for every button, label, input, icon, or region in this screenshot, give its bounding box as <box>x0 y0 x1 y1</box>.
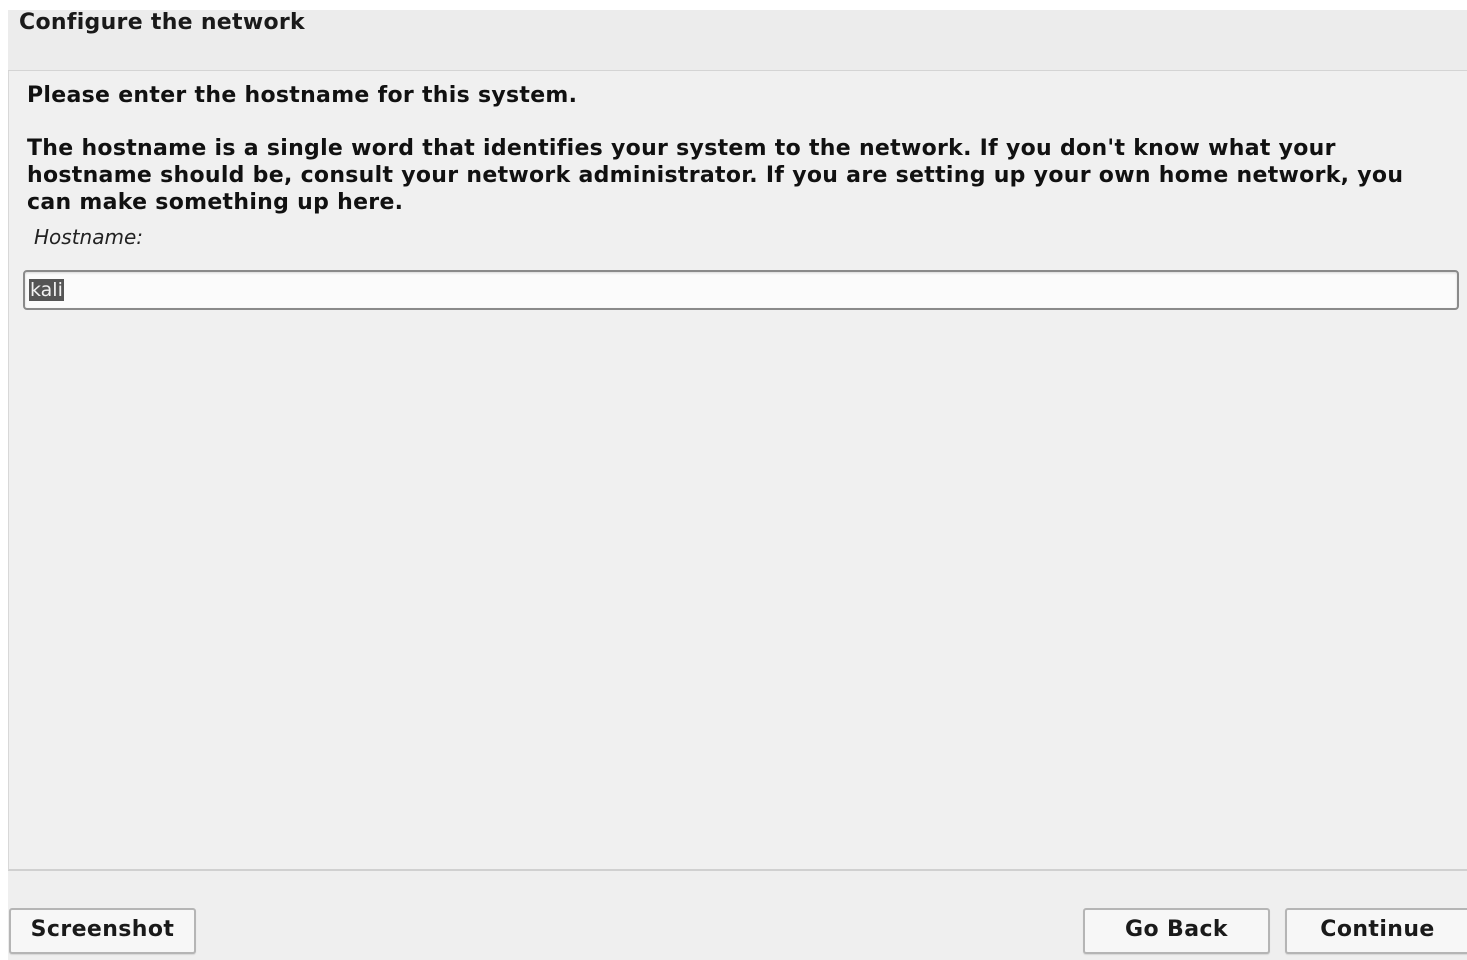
title-bar: Configure the network <box>8 10 1467 71</box>
question-text: Please enter the hostname for this syste… <box>27 83 578 108</box>
hostname-input[interactable]: kali <box>23 270 1459 310</box>
button-bar: Screenshot Go Back Continue <box>8 873 1467 960</box>
window-title: Configure the network <box>19 10 305 35</box>
screenshot-button[interactable]: Screenshot <box>9 908 196 954</box>
installer-window: Configure the network Please enter the h… <box>8 10 1467 960</box>
hostname-value[interactable]: kali <box>29 279 64 301</box>
go-back-button[interactable]: Go Back <box>1083 908 1270 954</box>
hostname-label: Hostname: <box>34 225 143 249</box>
continue-button[interactable]: Continue <box>1285 908 1467 954</box>
description-text: The hostname is a single word that ident… <box>27 136 1404 215</box>
content-panel: Please enter the hostname for this syste… <box>8 71 1467 871</box>
